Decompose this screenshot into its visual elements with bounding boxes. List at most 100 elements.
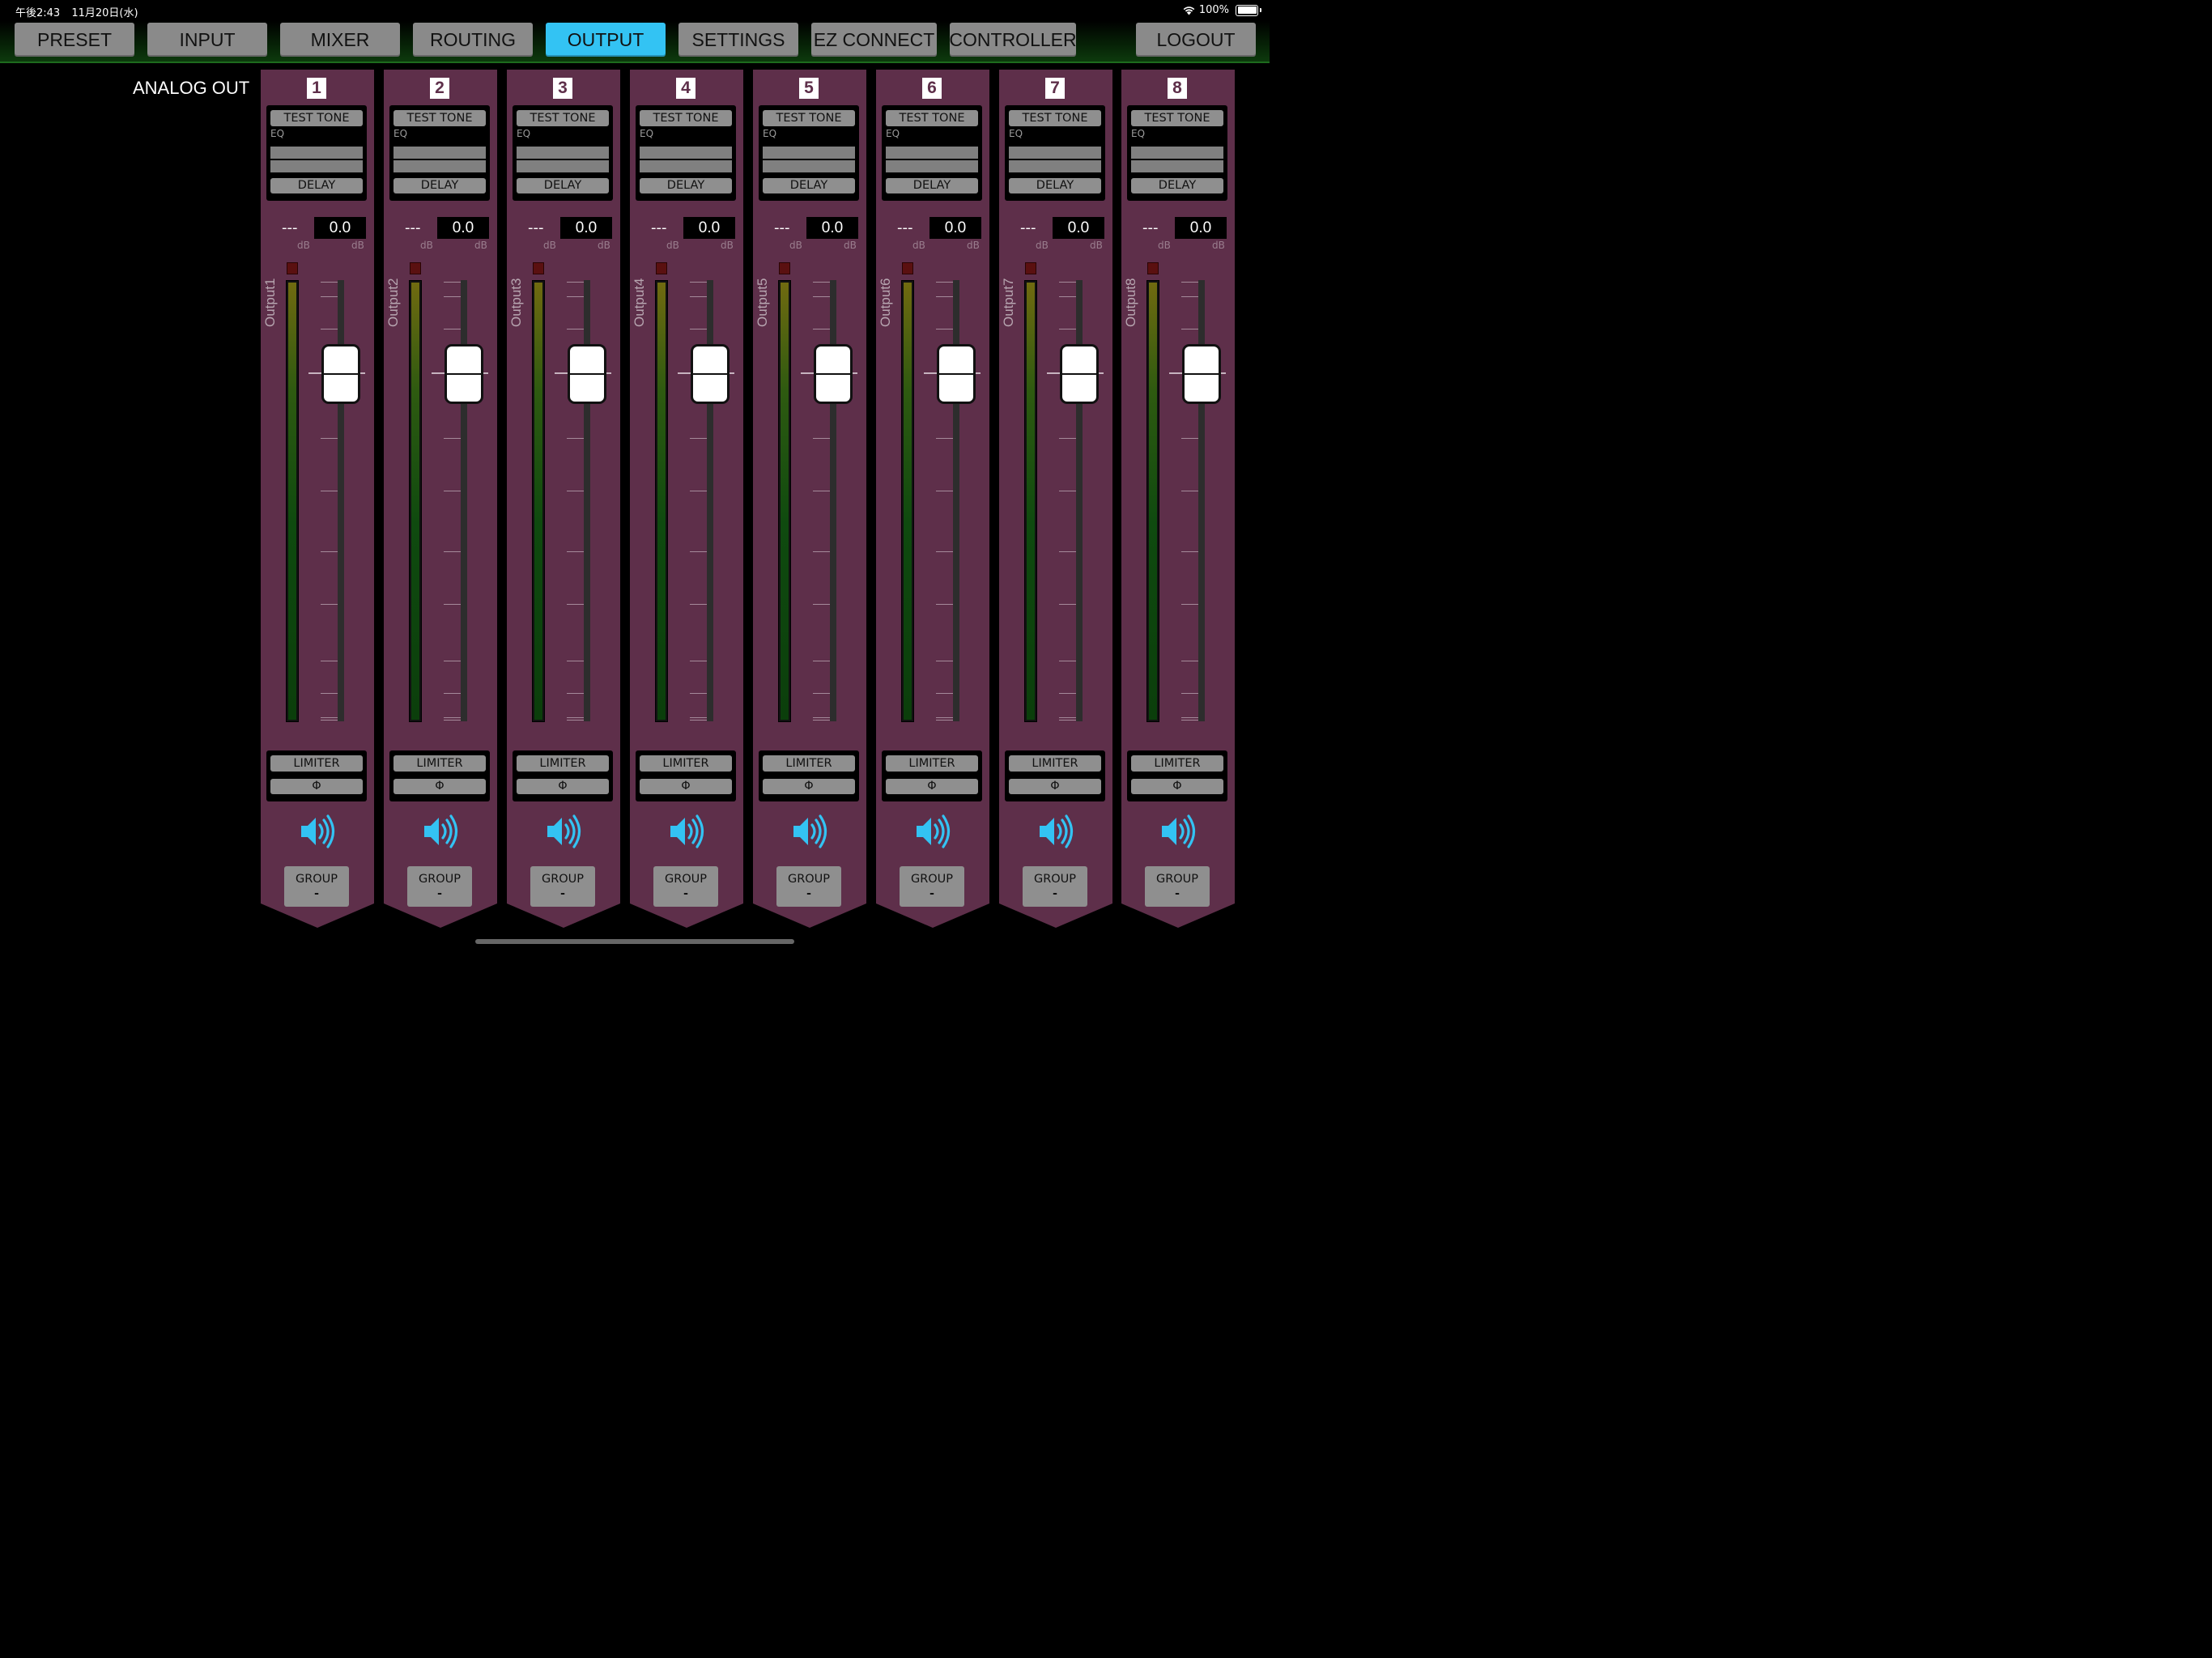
limiter-button[interactable]: LIMITER: [1131, 755, 1223, 772]
channel-strip: 7 TEST TONE EQ DELAY --- 0.0 dB dB Outpu…: [999, 70, 1112, 928]
fader-knob[interactable]: [447, 346, 481, 402]
eq-display-bar[interactable]: [640, 160, 732, 172]
test-tone-button[interactable]: TEST TONE: [270, 110, 363, 126]
phase-button[interactable]: Φ: [640, 779, 732, 794]
tab-output[interactable]: OUTPUT: [546, 23, 666, 57]
fader-knob[interactable]: [693, 346, 727, 402]
speaker-icon[interactable]: [1160, 813, 1196, 850]
tab-mixer[interactable]: MIXER: [280, 23, 400, 57]
limiter-button[interactable]: LIMITER: [517, 755, 609, 772]
eq-display-bar[interactable]: [270, 160, 363, 172]
eq-display-bar[interactable]: [393, 147, 486, 159]
fader-knob[interactable]: [1185, 346, 1219, 402]
delay-button[interactable]: DELAY: [640, 178, 732, 193]
speaker-icon[interactable]: [1038, 813, 1074, 850]
db-unit-label: dB: [967, 240, 980, 251]
level-value-field[interactable]: 0.0: [560, 217, 612, 239]
delay-button[interactable]: DELAY: [886, 178, 978, 193]
clip-indicator: [779, 262, 790, 274]
phase-button[interactable]: Φ: [1009, 779, 1101, 794]
level-value-field[interactable]: 0.0: [683, 217, 735, 239]
delay-button[interactable]: DELAY: [270, 178, 363, 193]
fader-knob[interactable]: [1062, 346, 1096, 402]
tab-preset[interactable]: PRESET: [15, 23, 134, 57]
fader-knob[interactable]: [324, 346, 358, 402]
fader-scale-tick: [567, 296, 584, 297]
speaker-icon[interactable]: [792, 813, 827, 850]
tab-input[interactable]: INPUT: [147, 23, 267, 57]
level-value-field[interactable]: 0.0: [806, 217, 858, 239]
fader-knob[interactable]: [570, 346, 604, 402]
fader-scale-tick: [1059, 604, 1076, 605]
speaker-icon[interactable]: [423, 813, 458, 850]
test-tone-button[interactable]: TEST TONE: [1009, 110, 1101, 126]
logout-button[interactable]: LOGOUT: [1136, 23, 1256, 57]
delay-button[interactable]: DELAY: [763, 178, 855, 193]
level-value-field[interactable]: 0.0: [1175, 217, 1227, 239]
tab-settings[interactable]: SETTINGS: [678, 23, 798, 57]
eq-display-bar[interactable]: [1131, 147, 1223, 159]
eq-display-bar[interactable]: [393, 160, 486, 172]
eq-display-bar[interactable]: [886, 160, 978, 172]
level-value-field[interactable]: 0.0: [929, 217, 981, 239]
test-tone-button[interactable]: TEST TONE: [886, 110, 978, 126]
group-button[interactable]: GROUP -: [776, 866, 841, 907]
eq-display-bar[interactable]: [763, 147, 855, 159]
level-value-field[interactable]: 0.0: [437, 217, 489, 239]
delay-button[interactable]: DELAY: [1131, 178, 1223, 193]
phase-button[interactable]: Φ: [763, 779, 855, 794]
speaker-icon[interactable]: [300, 813, 335, 850]
group-button[interactable]: GROUP -: [1145, 866, 1210, 907]
eq-display-bar[interactable]: [270, 147, 363, 159]
test-tone-button[interactable]: TEST TONE: [640, 110, 732, 126]
eq-display-bar[interactable]: [517, 147, 609, 159]
phase-button[interactable]: Φ: [886, 779, 978, 794]
tab-controller[interactable]: CONTROLLER: [949, 23, 1077, 57]
limiter-button[interactable]: LIMITER: [1009, 755, 1101, 772]
fader-scale-tick: [813, 717, 830, 718]
fader-knob[interactable]: [816, 346, 850, 402]
test-tone-button[interactable]: TEST TONE: [763, 110, 855, 126]
fader-scale-tick: [690, 296, 707, 297]
eq-display-bar[interactable]: [1131, 160, 1223, 172]
group-button[interactable]: GROUP -: [1023, 866, 1087, 907]
speaker-icon[interactable]: [669, 813, 704, 850]
eq-display-bar[interactable]: [886, 147, 978, 159]
speaker-icon[interactable]: [546, 813, 581, 850]
db-unit-label: dB: [1158, 240, 1171, 251]
eq-display-bar[interactable]: [1009, 147, 1101, 159]
fader-knob[interactable]: [939, 346, 973, 402]
test-tone-button[interactable]: TEST TONE: [517, 110, 609, 126]
phase-button[interactable]: Φ: [517, 779, 609, 794]
limiter-button[interactable]: LIMITER: [640, 755, 732, 772]
delay-button[interactable]: DELAY: [393, 178, 486, 193]
db-unit-label: dB: [789, 240, 802, 251]
group-button[interactable]: GROUP -: [407, 866, 472, 907]
phase-button[interactable]: Φ: [270, 779, 363, 794]
group-button[interactable]: GROUP -: [900, 866, 964, 907]
test-tone-button[interactable]: TEST TONE: [1131, 110, 1223, 126]
level-value-field[interactable]: 0.0: [1053, 217, 1104, 239]
eq-display-bar[interactable]: [1009, 160, 1101, 172]
group-button[interactable]: GROUP -: [653, 866, 718, 907]
delay-button[interactable]: DELAY: [1009, 178, 1101, 193]
test-tone-button[interactable]: TEST TONE: [393, 110, 486, 126]
group-button[interactable]: GROUP -: [530, 866, 595, 907]
db-unit-label: dB: [598, 240, 610, 251]
phase-button[interactable]: Φ: [393, 779, 486, 794]
tab-routing[interactable]: ROUTING: [413, 23, 533, 57]
speaker-icon[interactable]: [915, 813, 951, 850]
limiter-button[interactable]: LIMITER: [886, 755, 978, 772]
channel-name: Output8: [1123, 278, 1138, 328]
eq-display-bar[interactable]: [640, 147, 732, 159]
tab-ez-connect[interactable]: EZ CONNECT: [811, 23, 937, 57]
group-button[interactable]: GROUP -: [284, 866, 349, 907]
eq-display-bar[interactable]: [763, 160, 855, 172]
limiter-button[interactable]: LIMITER: [270, 755, 363, 772]
delay-button[interactable]: DELAY: [517, 178, 609, 193]
eq-display-bar[interactable]: [517, 160, 609, 172]
limiter-button[interactable]: LIMITER: [763, 755, 855, 772]
limiter-button[interactable]: LIMITER: [393, 755, 486, 772]
level-value-field[interactable]: 0.0: [314, 217, 366, 239]
phase-button[interactable]: Φ: [1131, 779, 1223, 794]
